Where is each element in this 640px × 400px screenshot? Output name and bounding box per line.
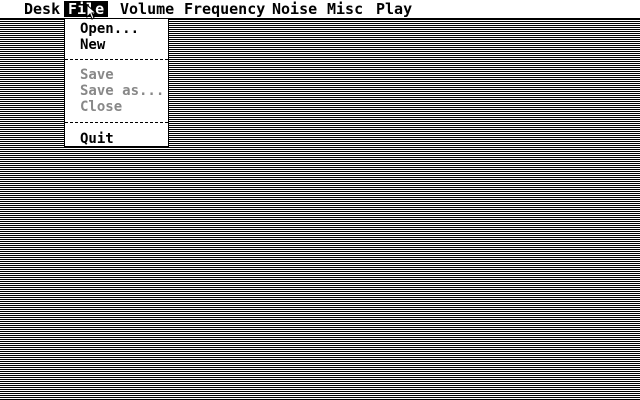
menu-volume[interactable]: Volume — [116, 1, 178, 17]
menu-separator — [65, 122, 168, 123]
file-dropdown-menu: Open... New Save Save as... Close Quit — [64, 18, 169, 147]
menu-noise[interactable]: Noise — [268, 1, 321, 17]
menu-frequency[interactable]: Frequency — [180, 1, 269, 17]
menu-item-save-as: Save as... — [80, 83, 165, 99]
menu-misc[interactable]: Misc — [323, 1, 367, 17]
menu-play[interactable]: Play — [372, 1, 416, 17]
menu-desk[interactable]: Desk — [20, 1, 64, 17]
menu-item-save: Save — [80, 67, 114, 83]
menu-separator — [65, 59, 168, 60]
menu-item-close: Close — [80, 99, 123, 115]
arrow-pointer-icon — [86, 4, 97, 20]
menu-item-quit[interactable]: Quit — [80, 131, 114, 147]
menu-item-new[interactable]: New — [80, 37, 105, 53]
menu-item-open[interactable]: Open... — [80, 21, 139, 37]
